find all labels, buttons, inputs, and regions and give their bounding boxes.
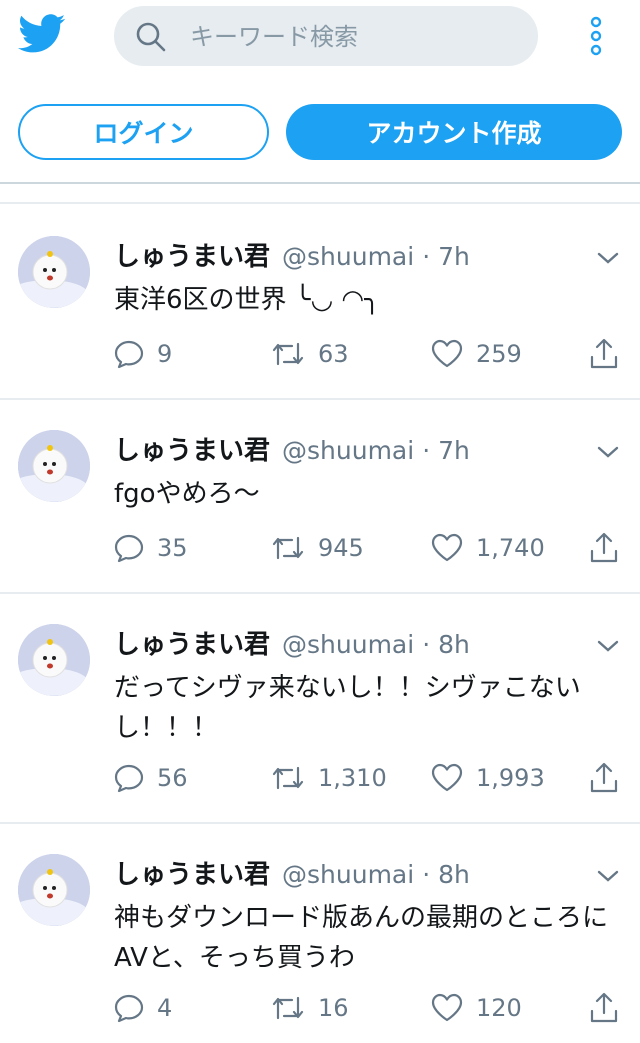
reply-icon xyxy=(114,340,144,369)
tweet[interactable]: しゅうまい君 @shuumai · 7h 東洋6区の世界 ╰◡ ◠╮ 9 63 … xyxy=(0,204,640,400)
header-divider xyxy=(0,182,640,184)
share-button[interactable] xyxy=(588,528,620,568)
share-icon xyxy=(590,762,618,793)
like-count: 1,993 xyxy=(476,764,545,792)
reply-button[interactable]: 35 xyxy=(113,528,188,568)
search-input[interactable] xyxy=(188,14,522,60)
like-button[interactable]: 1,993 xyxy=(430,758,545,798)
tweet-text: 神もダウンロード版あんの最期のところにAVと、そっち買うわ xyxy=(114,903,609,973)
like-button[interactable]: 1,740 xyxy=(430,528,545,568)
like-icon xyxy=(431,339,463,368)
chevron-down-icon[interactable] xyxy=(596,444,620,460)
search-icon xyxy=(136,22,166,52)
reply-button[interactable]: 56 xyxy=(113,758,188,798)
like-button[interactable]: 259 xyxy=(430,334,522,374)
share-icon xyxy=(590,338,618,369)
retweet-count: 63 xyxy=(318,340,349,368)
signup-button[interactable]: アカウント作成 xyxy=(286,104,622,160)
separator-dot: · xyxy=(422,630,431,659)
tweet-actions: 4 16 120 xyxy=(0,988,640,1028)
like-icon xyxy=(431,763,463,792)
retweet-icon xyxy=(272,996,304,1020)
tweet-actions: 35 945 1,740 xyxy=(0,528,640,568)
tweet[interactable]: しゅうまい君 @shuumai · 8h 神もダウンロード版あんの最期のところに… xyxy=(0,824,640,1043)
share-button[interactable] xyxy=(588,334,620,374)
share-icon xyxy=(590,532,618,563)
reply-button[interactable]: 9 xyxy=(113,334,172,374)
author-handle[interactable]: @shuumai xyxy=(282,860,414,889)
author-name[interactable]: しゅうまい君 xyxy=(114,430,270,467)
tweet-text: だってシヴァ来ないし！！シヴァこないし！！！ xyxy=(114,673,581,743)
reply-count: 35 xyxy=(157,534,188,562)
timestamp[interactable]: 8h xyxy=(438,630,470,659)
separator-dot: · xyxy=(422,860,431,889)
retweet-count: 945 xyxy=(318,534,364,562)
timestamp[interactable]: 7h xyxy=(438,242,470,271)
more-vertical-icon[interactable] xyxy=(586,16,606,56)
timestamp[interactable]: 8h xyxy=(438,860,470,889)
separator-dot: · xyxy=(422,242,431,271)
retweet-icon xyxy=(272,342,304,366)
retweet-icon xyxy=(272,766,304,790)
tweet[interactable]: しゅうまい君 @shuumai · 8h だってシヴァ来ないし！！シヴァこないし… xyxy=(0,594,640,824)
author-handle[interactable]: @shuumai xyxy=(282,630,414,659)
like-count: 1,740 xyxy=(476,534,545,562)
share-button[interactable] xyxy=(588,758,620,798)
like-button[interactable]: 120 xyxy=(430,988,522,1028)
search-box[interactable] xyxy=(114,6,538,66)
reply-icon xyxy=(114,994,144,1023)
retweet-button[interactable]: 1,310 xyxy=(270,758,387,798)
reply-button[interactable]: 4 xyxy=(113,988,172,1028)
chevron-down-icon[interactable] xyxy=(596,868,620,884)
like-count: 120 xyxy=(476,994,522,1022)
twitter-bird-icon[interactable] xyxy=(18,14,66,54)
author-name[interactable]: しゅうまい君 xyxy=(114,236,270,273)
reply-count: 4 xyxy=(157,994,173,1022)
timestamp[interactable]: 7h xyxy=(438,436,470,465)
avatar[interactable] xyxy=(18,430,90,502)
share-icon xyxy=(590,992,618,1023)
share-button[interactable] xyxy=(588,988,620,1028)
login-button[interactable]: ログイン xyxy=(18,104,269,160)
tweet-text: 東洋6区の世界 ╰◡ ◠╮ xyxy=(114,285,380,315)
top-bar xyxy=(0,0,640,80)
like-icon xyxy=(431,993,463,1022)
chevron-down-icon[interactable] xyxy=(596,250,620,266)
author-name[interactable]: しゅうまい君 xyxy=(114,624,270,661)
avatar[interactable] xyxy=(18,236,90,308)
retweet-count: 16 xyxy=(318,994,349,1022)
retweet-button[interactable]: 63 xyxy=(270,334,349,374)
author-handle[interactable]: @shuumai xyxy=(282,436,414,465)
avatar[interactable] xyxy=(18,624,90,696)
retweet-button[interactable]: 16 xyxy=(270,988,349,1028)
retweet-count: 1,310 xyxy=(318,764,387,792)
like-count: 259 xyxy=(476,340,522,368)
chevron-down-icon[interactable] xyxy=(596,638,620,654)
tweet-text: fgoやめろ〜 xyxy=(114,479,260,509)
author-handle[interactable]: @shuumai xyxy=(282,242,414,271)
like-icon xyxy=(431,533,463,562)
separator-dot: · xyxy=(422,436,431,465)
reply-icon xyxy=(114,534,144,563)
tweet-actions: 56 1,310 1,993 xyxy=(0,758,640,798)
reply-count: 9 xyxy=(157,340,173,368)
reply-count: 56 xyxy=(157,764,188,792)
tweet[interactable]: しゅうまい君 @shuumai · 7h fgoやめろ〜 35 945 1,74… xyxy=(0,400,640,594)
retweet-icon xyxy=(272,536,304,560)
retweet-button[interactable]: 945 xyxy=(270,528,364,568)
author-name[interactable]: しゅうまい君 xyxy=(114,854,270,891)
reply-icon xyxy=(114,764,144,793)
avatar[interactable] xyxy=(18,854,90,926)
tweet-actions: 9 63 259 xyxy=(0,334,640,374)
